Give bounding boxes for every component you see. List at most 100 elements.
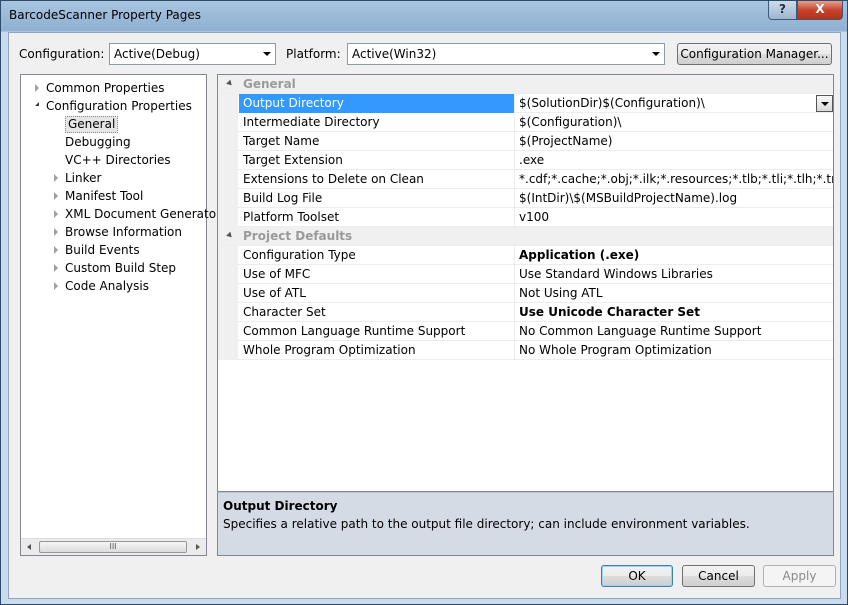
- property-value[interactable]: *.cdf;*.cache;*.obj;*.ilk;*.resources;*.…: [515, 170, 833, 189]
- tree-item[interactable]: Common Properties: [21, 79, 204, 97]
- property-value[interactable]: Not Using ATL: [515, 284, 833, 303]
- property-name[interactable]: Target Extension: [239, 151, 515, 170]
- apply-button[interactable]: Apply: [763, 565, 836, 587]
- property-value[interactable]: Application (.exe): [515, 246, 833, 265]
- description-panel: Output Directory Specifies a relative pa…: [217, 492, 834, 556]
- property-row[interactable]: Intermediate Directory $(Configuration)\: [218, 113, 833, 132]
- tree-item[interactable]: Browse Information: [21, 223, 204, 241]
- row-gutter: [218, 113, 238, 132]
- title-bar[interactable]: BarcodeScanner Property Pages ? X: [1, 1, 847, 31]
- tree-item-label: Build Events: [65, 243, 140, 257]
- property-name[interactable]: Platform Toolset: [239, 208, 515, 227]
- property-name[interactable]: Output Directory: [239, 94, 515, 113]
- property-name[interactable]: Use of ATL: [239, 284, 515, 303]
- collapsed-arrow-icon[interactable]: [54, 282, 58, 290]
- property-value[interactable]: No Common Language Runtime Support: [515, 322, 833, 341]
- collapsed-arrow-icon[interactable]: [54, 210, 58, 218]
- grid-category[interactable]: General: [218, 75, 833, 94]
- tree-item[interactable]: Debugging: [21, 133, 204, 151]
- configuration-select[interactable]: Active(Debug): [109, 43, 276, 65]
- property-value[interactable]: Use Unicode Character Set: [515, 303, 833, 322]
- tree-item[interactable]: Linker: [21, 169, 204, 187]
- chevron-down-icon: [259, 44, 275, 64]
- property-value[interactable]: No Whole Program Optimization: [515, 341, 833, 360]
- property-row[interactable]: Output Directory $(SolutionDir)$(Configur…: [218, 94, 833, 113]
- row-gutter: [218, 322, 238, 341]
- tree-item-label: Browse Information: [65, 225, 182, 239]
- tree-item[interactable]: Manifest Tool: [21, 187, 204, 205]
- description-title: Output Directory: [223, 499, 338, 513]
- property-row[interactable]: Build Log File $(IntDir)\$(MSBuildProject…: [218, 189, 833, 208]
- property-value[interactable]: $(ProjectName): [515, 132, 833, 151]
- scroll-right-icon[interactable]: [196, 544, 200, 550]
- property-name[interactable]: Extensions to Delete on Clean: [239, 170, 515, 189]
- property-name[interactable]: Whole Program Optimization: [239, 341, 515, 360]
- tree-horizontal-scrollbar[interactable]: III: [21, 538, 206, 555]
- expanded-arrow-icon[interactable]: [35, 102, 39, 106]
- ok-button[interactable]: OK: [601, 565, 673, 587]
- collapse-arrow-icon[interactable]: [226, 231, 234, 240]
- property-row[interactable]: Configuration Type Application (.exe): [218, 246, 833, 265]
- dropdown-arrow-icon[interactable]: [816, 95, 833, 112]
- collapse-arrow-icon[interactable]: [226, 79, 234, 88]
- property-row[interactable]: Use of ATL Not Using ATL: [218, 284, 833, 303]
- tree-item-label: Debugging: [65, 135, 131, 149]
- property-tree[interactable]: III Common Properties Configuration Prope…: [20, 74, 221, 556]
- grid-category[interactable]: Project Defaults: [218, 227, 833, 246]
- collapsed-arrow-icon[interactable]: [54, 192, 58, 200]
- dialog-client: Configuration: Active(Debug) Platform: A…: [8, 32, 841, 599]
- property-name[interactable]: Target Name: [239, 132, 515, 151]
- configuration-value: Active(Debug): [114, 47, 200, 61]
- property-value[interactable]: $(Configuration)\: [515, 113, 833, 132]
- tree-item[interactable]: VC++ Directories: [21, 151, 204, 169]
- property-row[interactable]: Common Language Runtime Support No Common…: [218, 322, 833, 341]
- help-button[interactable]: ?: [768, 1, 797, 20]
- tree-item[interactable]: Build Events: [21, 241, 204, 259]
- property-value[interactable]: Use Standard Windows Libraries: [515, 265, 833, 284]
- property-row[interactable]: Extensions to Delete on Clean *.cdf;*.cac…: [218, 170, 833, 189]
- cancel-button[interactable]: Cancel: [682, 565, 755, 587]
- property-value[interactable]: .exe: [515, 151, 833, 170]
- property-name[interactable]: Common Language Runtime Support: [239, 322, 515, 341]
- collapsed-arrow-icon[interactable]: [54, 264, 58, 272]
- property-row[interactable]: Target Name $(ProjectName): [218, 132, 833, 151]
- tree-item[interactable]: General: [21, 115, 204, 133]
- property-row[interactable]: Target Extension .exe: [218, 151, 833, 170]
- property-grid[interactable]: General Output Directory $(SolutionDir)$(C…: [217, 74, 834, 492]
- row-gutter: [218, 94, 238, 113]
- property-value[interactable]: v100: [515, 208, 833, 227]
- tree-item[interactable]: Configuration Properties: [21, 97, 204, 115]
- configuration-manager-button[interactable]: Configuration Manager...: [677, 43, 832, 65]
- property-row[interactable]: Use of MFC Use Standard Windows Libraries: [218, 265, 833, 284]
- platform-select[interactable]: Active(Win32): [347, 43, 665, 65]
- property-name[interactable]: Configuration Type: [239, 246, 515, 265]
- tree-item[interactable]: Custom Build Step: [21, 259, 204, 277]
- tree-item[interactable]: XML Document Generator: [21, 205, 221, 223]
- property-name[interactable]: Use of MFC: [239, 265, 515, 284]
- collapsed-arrow-icon[interactable]: [54, 246, 58, 254]
- tree-item-label: Custom Build Step: [65, 261, 177, 275]
- property-row[interactable]: Character Set Use Unicode Character Set: [218, 303, 833, 322]
- row-gutter: [218, 189, 238, 208]
- tree-item-label: Code Analysis: [65, 279, 149, 293]
- property-value[interactable]: $(SolutionDir)$(Configuration)\: [515, 94, 833, 113]
- tree-item[interactable]: Code Analysis: [21, 277, 204, 295]
- property-name[interactable]: Intermediate Directory: [239, 113, 515, 132]
- description-text: Specifies a relative path to the output …: [223, 517, 750, 531]
- row-gutter: [218, 341, 238, 360]
- property-row[interactable]: Whole Program Optimization No Whole Progr…: [218, 341, 833, 360]
- collapsed-arrow-icon[interactable]: [35, 84, 39, 92]
- property-name[interactable]: Character Set: [239, 303, 515, 322]
- window-title: BarcodeScanner Property Pages: [9, 8, 201, 22]
- scroll-thumb[interactable]: III: [39, 541, 187, 553]
- scroll-left-icon[interactable]: [27, 544, 31, 550]
- collapsed-arrow-icon[interactable]: [54, 174, 58, 182]
- tree-item-label: Manifest Tool: [65, 189, 144, 203]
- close-button[interactable]: X: [797, 1, 843, 20]
- property-name[interactable]: Build Log File: [239, 189, 515, 208]
- row-gutter: [218, 265, 238, 284]
- collapsed-arrow-icon[interactable]: [54, 228, 58, 236]
- property-row[interactable]: Platform Toolset v100: [218, 208, 833, 227]
- property-value[interactable]: $(IntDir)\$(MSBuildProjectName).log: [515, 189, 833, 208]
- tree-item-label: General: [65, 116, 119, 133]
